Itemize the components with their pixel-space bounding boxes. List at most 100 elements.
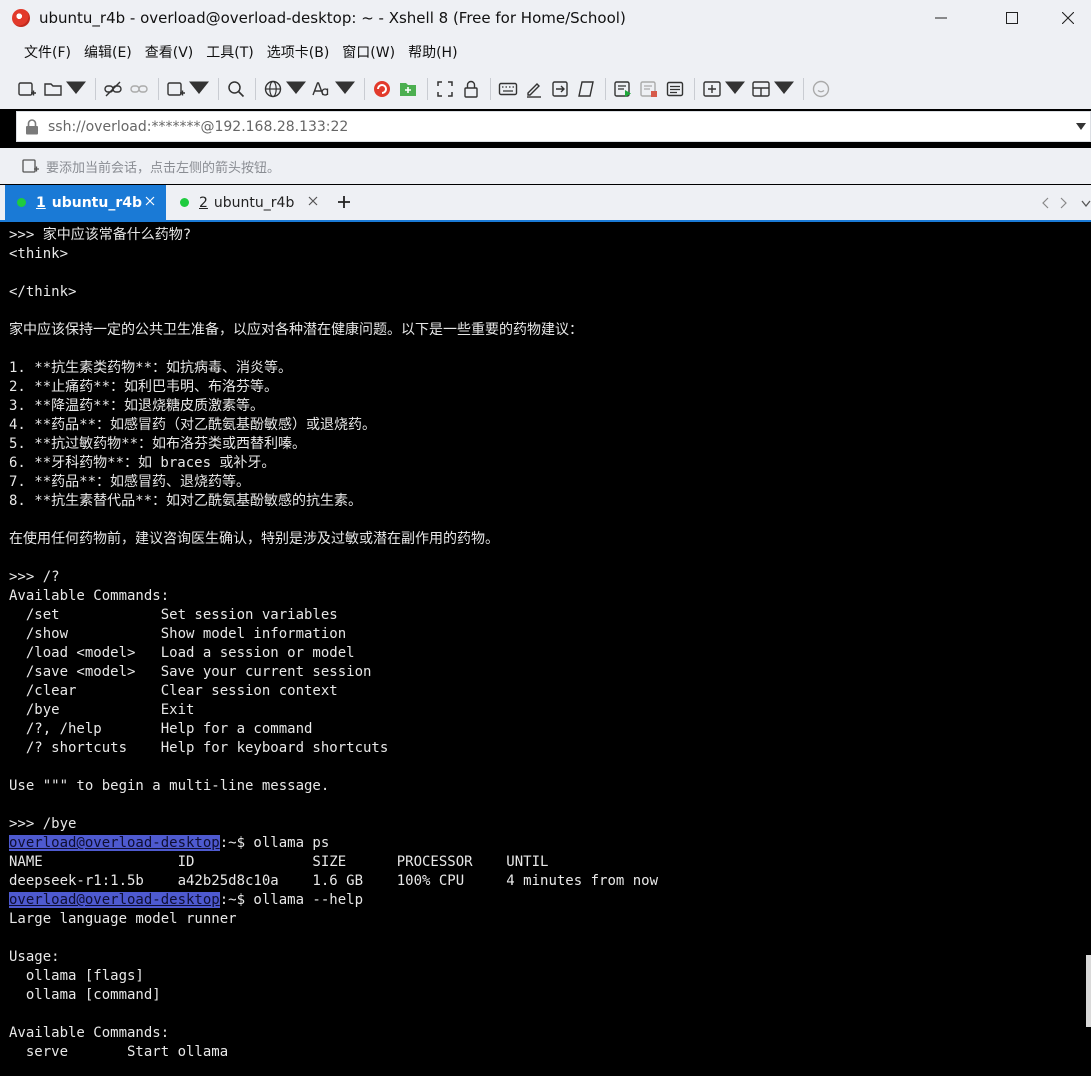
terminal-line: </think> (9, 283, 1082, 302)
xftp-button[interactable] (398, 75, 418, 103)
layout-button[interactable] (751, 75, 794, 103)
encoding-button[interactable] (263, 75, 306, 103)
toolbar-divider (803, 78, 804, 100)
terminal-line: 2. **止痛药**：如利巴韦明、布洛芬等。 (9, 378, 1082, 397)
terminal-line: Available Commands: (9, 1024, 1082, 1043)
terminal-line: >>> /? (9, 568, 1082, 587)
terminal-area[interactable]: >>> 家中应该常备什么药物? <think> </think> 家中应该保持一定的公… (0, 224, 1091, 1076)
terminal-line-text: Available Commands: (9, 1025, 170, 1041)
menu-view[interactable]: 查看(V) (139, 40, 200, 66)
terminal-line-text: /load <model> Load a session or model (9, 645, 355, 661)
scrollbar-thumb[interactable] (1086, 955, 1091, 1027)
terminal-line: Available Commands: (9, 587, 1082, 606)
terminal-line: 6. **牙科药物**：如 braces 或补牙。 (9, 454, 1082, 473)
terminal-line-text: /set Set session variables (9, 607, 338, 623)
font-icon (312, 82, 329, 96)
find-button[interactable] (226, 75, 246, 103)
add-window-button[interactable] (702, 75, 745, 103)
close-icon[interactable] (308, 196, 318, 206)
lock-icon (26, 118, 38, 134)
log-button[interactable] (613, 75, 633, 103)
chevron-down-icon (189, 81, 209, 94)
menu-file[interactable]: 文件(F) (18, 40, 77, 66)
fullscreen-button[interactable] (435, 75, 455, 103)
close-button[interactable] (1045, 0, 1091, 36)
tab-session-1[interactable]: 1 ubuntu_r4b (5, 185, 166, 220)
transfer-button[interactable] (550, 75, 570, 103)
log-icon (614, 81, 631, 97)
terminal-line-text: ollama [flags] (9, 968, 144, 984)
script-icon (578, 81, 594, 97)
disconnect-button[interactable] (103, 75, 123, 103)
keyboard-button[interactable] (498, 75, 518, 103)
chat-button[interactable] (811, 75, 831, 103)
terminal-line: /bye Exit (9, 701, 1082, 720)
terminal-line-text: 4. **药品**：如感冒药（对乙酰氨基酚敏感）或退烧药。 (9, 417, 376, 433)
terminal-output: >>> 家中应该常备什么药物? <think> </think> 家中应该保持一定的公… (9, 226, 1082, 1062)
script-button[interactable] (576, 75, 596, 103)
terminal-line: 家中应该保持一定的公共卫生准备，以应对各种潜在健康问题。以下是一些重要的药物建议… (9, 321, 1082, 340)
prompt-user-host: overload@overload-desktop (9, 835, 220, 851)
connected-status-icon (17, 198, 26, 207)
compose-button[interactable] (524, 75, 544, 103)
record-button[interactable] (639, 75, 659, 103)
font-button[interactable] (312, 75, 355, 103)
session-hint-bar: 要添加当前会话，点击左侧的箭头按钮。 (0, 148, 1091, 184)
tab-session-2[interactable]: 2 ubuntu_r4b (166, 185, 326, 220)
terminal-line-text: >>> 家中应该常备什么药物? (9, 227, 192, 243)
connected-status-icon (180, 198, 189, 207)
chevron-down-icon[interactable] (1081, 200, 1091, 208)
maximize-button[interactable] (989, 0, 1035, 36)
terminal-line-text: /?, /help Help for a command (9, 721, 313, 737)
menu-tabs[interactable]: 选项卡(B) (261, 40, 336, 66)
terminal-line: overload@overload-desktop:~$ ollama --he… (9, 891, 1082, 910)
close-icon[interactable] (145, 196, 155, 206)
fullscreen-icon (437, 81, 453, 97)
chevron-right-icon[interactable] (1060, 197, 1068, 209)
new-tab-button[interactable] (166, 75, 209, 103)
terminal-line: 4. **药品**：如感冒药（对乙酰氨基酚敏感）或退烧药。 (9, 416, 1082, 435)
menu-help[interactable]: 帮助(H) (402, 40, 463, 66)
reconnect-button[interactable] (129, 75, 149, 103)
menu-edit[interactable]: 编辑(E) (78, 40, 138, 66)
terminal-line: 在使用任何药物前，建议咨询医生确认，特别是涉及过敏或潜在副作用的药物。 (9, 530, 1082, 549)
toolbar-divider (158, 78, 159, 100)
lock-button[interactable] (461, 75, 481, 103)
terminal-line-text: /show Show model information (9, 626, 347, 642)
terminal-line: /?, /help Help for a command (9, 720, 1082, 739)
terminal-line-text: /clear Clear session context (9, 683, 338, 699)
notes-button[interactable] (665, 75, 685, 103)
toolbar (0, 69, 1091, 109)
close-icon (1062, 12, 1074, 24)
add-tab-icon[interactable] (336, 194, 352, 210)
transfer-icon (552, 81, 568, 97)
terminal-line: >>> /bye (9, 815, 1082, 834)
terminal-line: Large language model runner (9, 910, 1082, 929)
chevron-down-icon[interactable] (1076, 123, 1086, 131)
add-window-icon (703, 81, 721, 97)
chevron-left-icon[interactable] (1041, 197, 1049, 209)
new-session-button[interactable] (17, 75, 37, 103)
toolbar-divider (364, 78, 365, 100)
menu-tools[interactable]: 工具(T) (200, 40, 259, 66)
menu-bar: 文件(F) 编辑(E) 查看(V) 工具(T) 选项卡(B) 窗口(W) 帮助(… (0, 36, 1091, 69)
prompt-user-host: overload@overload-desktop (9, 892, 220, 908)
xshell-button[interactable] (372, 75, 392, 103)
terminal-line-text: :~$ ollama --help (219, 892, 364, 908)
terminal-line: /save <model> Save your current session (9, 663, 1082, 682)
add-session-icon[interactable] (22, 157, 40, 175)
terminal-line: deepseek-r1:1.5b a42b25d8c10a 1.6 GB 100… (9, 872, 1082, 891)
link-icon (130, 85, 148, 93)
terminal-line: NAME ID SIZE PROCESSOR UNTIL (9, 853, 1082, 872)
open-session-button[interactable] (43, 75, 86, 103)
tab-bar: 1 ubuntu_r4b 2 ubuntu_r4b (0, 185, 1091, 222)
keyboard-icon (498, 82, 518, 96)
minimize-button[interactable] (918, 0, 964, 36)
menu-window[interactable]: 窗口(W) (336, 40, 401, 66)
terminal-line: ollama [command] (9, 986, 1082, 1005)
terminal-line-text: /bye Exit (9, 702, 195, 718)
address-input[interactable] (48, 118, 1028, 135)
